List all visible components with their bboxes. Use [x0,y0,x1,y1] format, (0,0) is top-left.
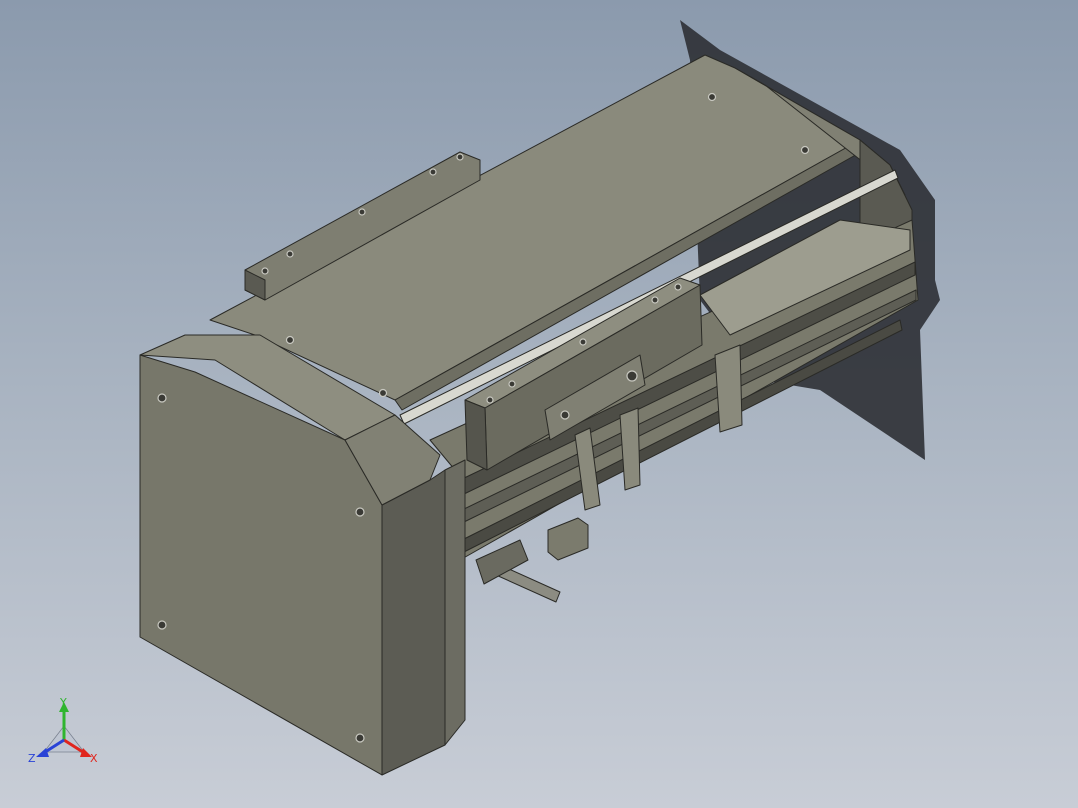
sensor-bracket-2 [619,407,641,491]
screw-hole [707,92,717,102]
screw-hole [429,168,437,176]
screw-hole [508,380,516,388]
screw-hole [355,507,365,517]
screw-hole [674,283,682,291]
y-axis-label: Y [59,696,67,709]
z-axis-label: Z [28,752,36,765]
front-end-plate-side [381,469,446,776]
screw-hole [456,153,464,161]
screw-hole [626,370,638,382]
screw-hole [579,338,587,346]
carriage-plate-side [464,399,488,471]
view-triad[interactable]: Y X Z [26,696,106,770]
linear-module-model[interactable] [0,0,1078,808]
screw-hole [157,620,167,630]
screw-hole [358,208,366,216]
screw-hole [560,410,570,420]
screw-hole [286,250,294,258]
sensor-bracket-3 [714,344,743,433]
screw-hole [355,733,365,743]
3d-viewport[interactable]: Y X Z [0,0,1078,808]
screw-hole [651,296,659,304]
screw-hole [285,335,295,345]
x-axis-label: X [90,752,98,765]
screw-hole [378,388,388,398]
front-end-plate-edge [444,459,466,746]
screw-hole [800,145,810,155]
screw-hole [486,396,494,404]
screw-hole [261,267,269,275]
lower-block [547,517,589,561]
screw-hole [157,393,167,403]
